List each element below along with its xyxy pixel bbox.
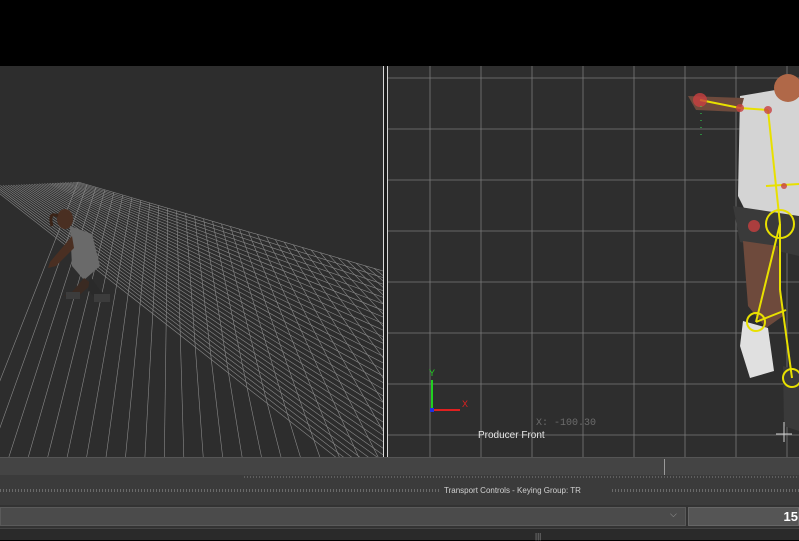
transport-controls: Transport Controls - Keying Group: TR bbox=[0, 475, 799, 505]
viewport-perspective[interactable] bbox=[0, 66, 383, 457]
axis-x-label: X bbox=[462, 399, 468, 409]
take-dropdown[interactable] bbox=[0, 507, 686, 526]
transport-grip-left[interactable] bbox=[0, 489, 440, 492]
timeline-cursor[interactable] bbox=[664, 459, 665, 475]
transport-title: Transport Controls - Keying Group: TR bbox=[444, 486, 581, 495]
viewport-producer-front[interactable]: Y X X: -100.30 Producer Front bbox=[388, 66, 799, 457]
bottom-strip: ||| bbox=[0, 528, 799, 541]
viewport-label[interactable]: Producer Front bbox=[478, 430, 545, 441]
axis-gizmo: Y X bbox=[429, 368, 468, 412]
chevron-down-icon[interactable]: ⌵ bbox=[670, 509, 677, 520]
transport-combo-row: ⌵ 15 bbox=[0, 505, 799, 528]
top-black-bar bbox=[0, 0, 799, 66]
transport-divider bbox=[244, 476, 799, 478]
coordinate-readout: X: -100.30 bbox=[536, 418, 597, 429]
transport-grip-right[interactable] bbox=[612, 489, 799, 492]
frame-field-value: 15 bbox=[783, 509, 798, 524]
timeline-bar[interactable] bbox=[0, 457, 799, 475]
axis-y-label: Y bbox=[429, 368, 435, 378]
character-model[interactable] bbox=[0, 66, 383, 457]
frame-field[interactable]: 15 bbox=[688, 507, 799, 526]
